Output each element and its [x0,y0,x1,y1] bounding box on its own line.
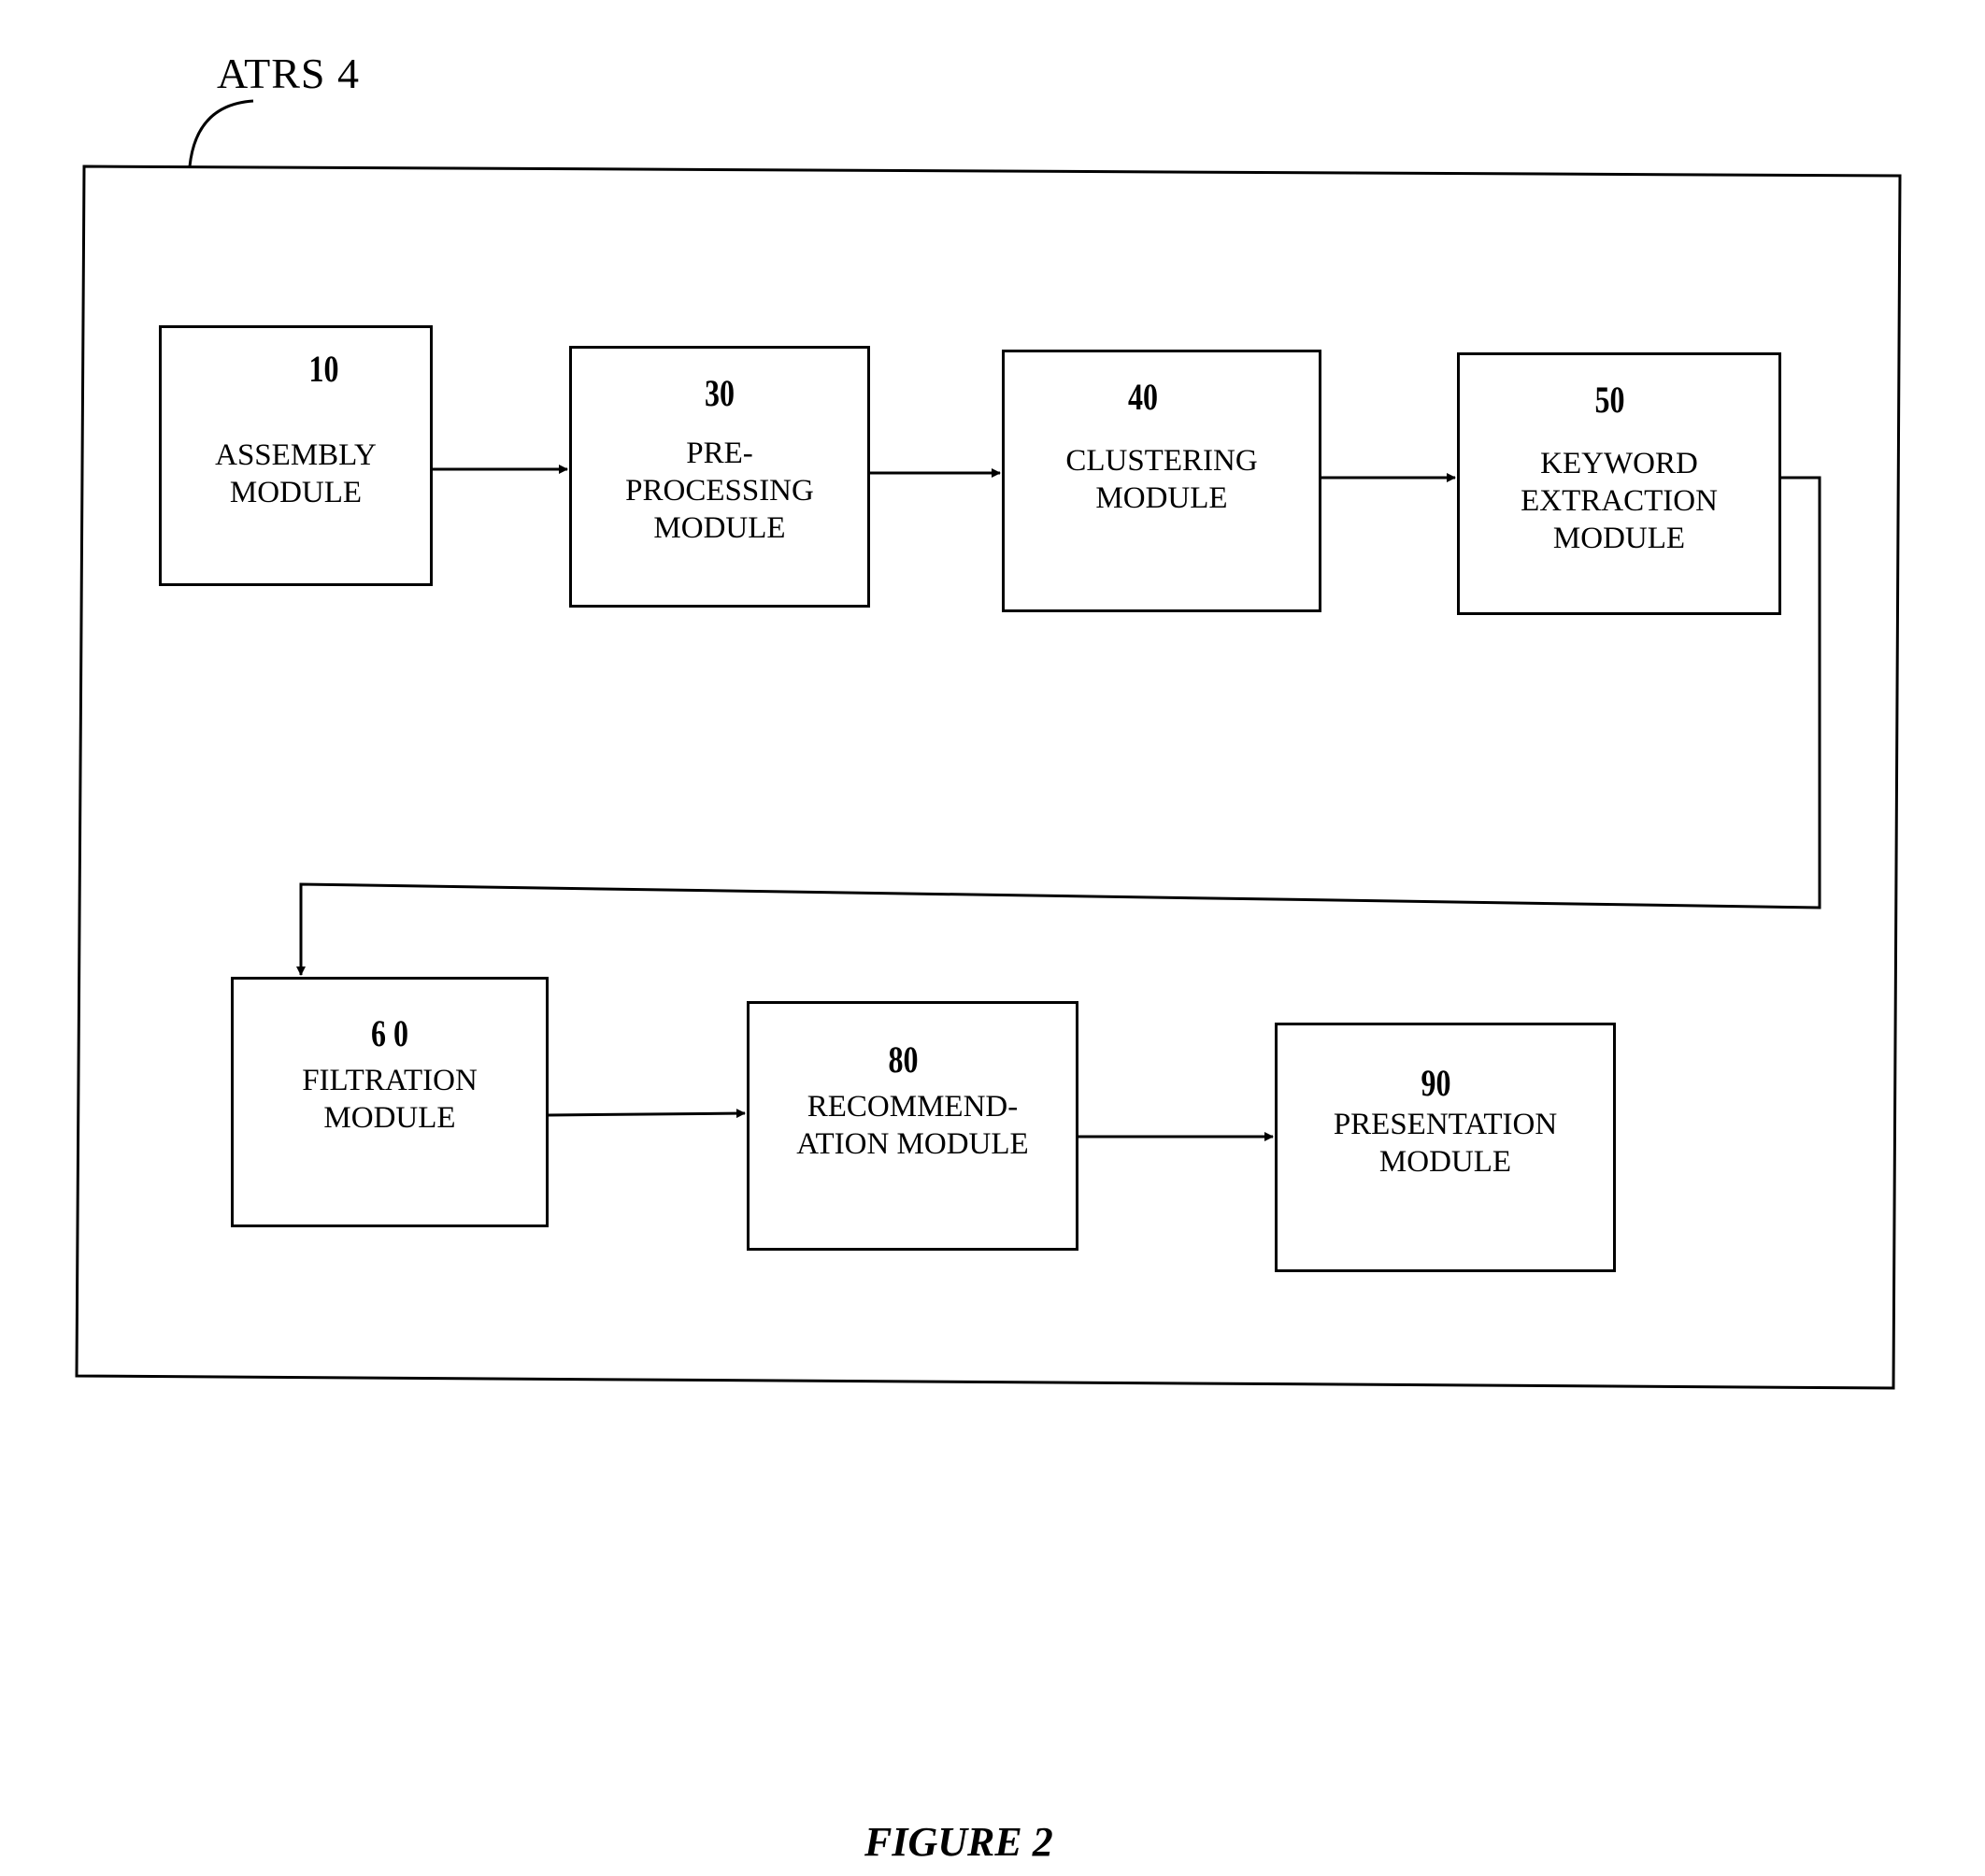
module-label: PRESENTATION MODULE [1333,1108,1558,1179]
module-label: KEYWORD EXTRACTION MODULE [1521,447,1718,555]
module-label: RECOMMEND- ATION MODULE [796,1090,1029,1161]
module-number: 40 [1128,376,1158,418]
module-number: 30 [705,372,735,414]
module-number: 6 0 [371,1012,408,1054]
module-number: 50 [1594,379,1625,421]
clustering-module: 40 CLUSTERING MODULE [1002,350,1321,612]
module-number: 80 [888,1038,919,1081]
atrs-leader-line [188,99,254,167]
module-label: FILTRATION MODULE [302,1064,478,1135]
diagram-wires [75,99,1902,1390]
recommendation-module: 80 RECOMMEND- ATION MODULE [747,1001,1078,1251]
system-label: ATRS 4 [217,50,360,97]
filtration-module: 6 0 FILTRATION MODULE [231,977,549,1227]
assembly-module: 10 ASSEMBLY MODULE [159,325,433,586]
arrow-60-to-80 [548,1109,746,1119]
preprocessing-module: 30 PRE- PROCESSING MODULE [569,346,870,608]
module-label: CLUSTERING MODULE [1065,444,1258,515]
module-label: PRE- PROCESSING MODULE [625,437,814,545]
module-number: 10 [308,348,339,390]
module-number: 90 [1421,1062,1451,1104]
keyword-extraction-module: 50 KEYWORD EXTRACTION MODULE [1457,352,1781,615]
presentation-module: 90 PRESENTATION MODULE [1275,1023,1616,1272]
module-label: ASSEMBLY MODULE [215,438,377,509]
figure-caption: FIGURE 2 [864,1819,1053,1865]
